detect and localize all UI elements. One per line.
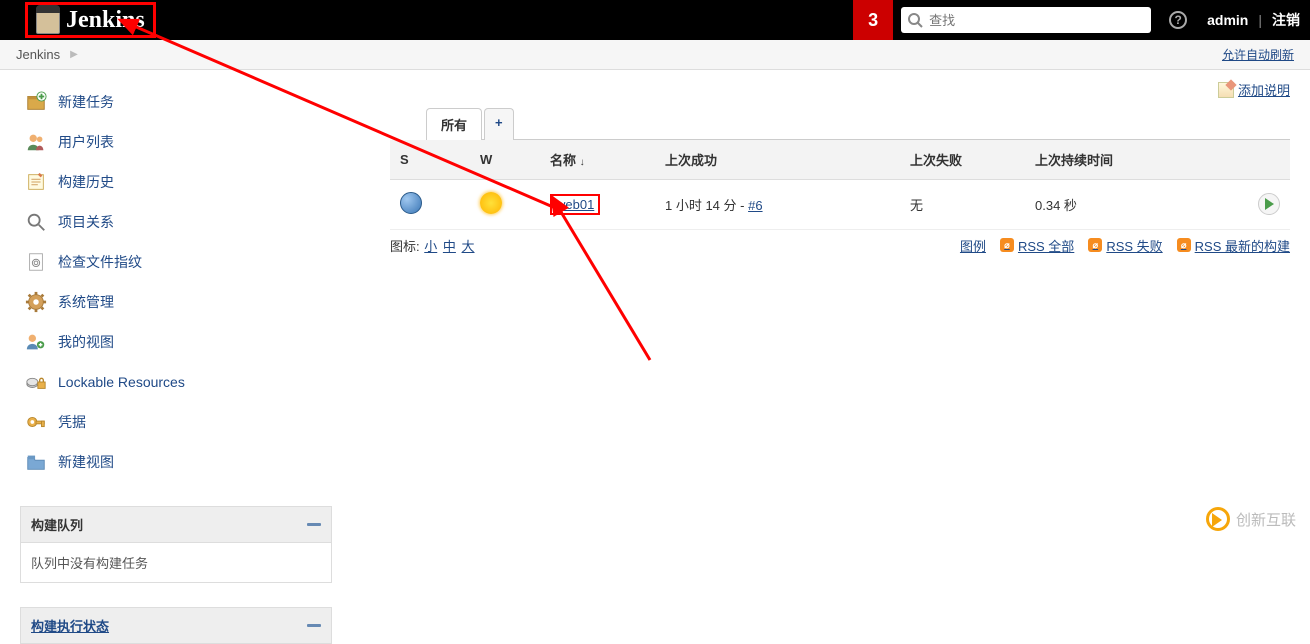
help-icon[interactable]: ? — [1169, 11, 1187, 29]
sidebar-item-new-item[interactable]: 新建任务 — [20, 82, 332, 122]
col-last-success[interactable]: 上次成功 — [655, 140, 900, 180]
col-name[interactable]: 名称 ↓ — [540, 140, 655, 180]
job-table: S W 名称 ↓ 上次成功 上次失败 上次持续时间 web01 1 小时 14 … — [390, 140, 1290, 230]
col-weather[interactable]: W — [470, 140, 540, 180]
new-view-icon — [24, 450, 48, 474]
breadcrumb-item-jenkins[interactable]: Jenkins — [16, 47, 60, 62]
lockable-icon — [24, 370, 48, 394]
jenkins-face-icon — [36, 6, 60, 34]
relation-icon — [24, 210, 48, 234]
sidebar-item-relation[interactable]: 项目关系 — [20, 202, 332, 242]
jenkins-logo-link[interactable]: Jenkins — [25, 2, 156, 38]
rss-all-link[interactable]: ⌀RSS 全部 — [1000, 236, 1074, 255]
rss-icon: ⌀ — [1088, 238, 1102, 252]
watermark: 创新互联 — [1206, 507, 1296, 531]
sort-down-icon: ↓ — [580, 157, 585, 168]
collapse-icon[interactable] — [307, 624, 321, 627]
col-last-failure[interactable]: 上次失败 — [900, 140, 1025, 180]
watermark-logo-icon — [1206, 507, 1230, 531]
tab-all[interactable]: 所有 — [426, 108, 482, 140]
last-duration-cell: 0.34 秒 — [1025, 179, 1230, 229]
main-panel: 添加说明 所有 + S W 名称 ↓ 上次成功 上次失败 上次持续时间 — [340, 70, 1310, 644]
last-success-cell: 1 小时 14 分 - #6 — [655, 179, 900, 229]
rss-icon: ⌀ — [1177, 238, 1191, 252]
logo-text: Jenkins — [66, 7, 145, 34]
sidebar-item-label: Lockable Resources — [58, 374, 185, 390]
new-item-icon — [24, 90, 48, 114]
sidebar-item-label: 新建视图 — [58, 452, 114, 472]
sidebar-item-label: 项目关系 — [58, 212, 114, 232]
sidebar-item-history[interactable]: 构建历史 — [20, 162, 332, 202]
build-queue-header: 构建队列 — [21, 507, 331, 543]
notification-badge[interactable]: 3 — [853, 0, 893, 40]
legend-link[interactable]: 图例 — [960, 236, 986, 255]
rss-icon: ⌀ — [1000, 238, 1014, 252]
user-link[interactable]: admin — [1197, 12, 1258, 28]
status-ball-blue-icon — [400, 192, 422, 214]
watermark-text: 创新互联 — [1236, 509, 1296, 530]
build-executor-header: 构建执行状态 — [21, 608, 331, 644]
sidebar-item-label: 系统管理 — [58, 292, 114, 312]
view-tabs: 所有 + — [426, 107, 1290, 140]
icon-size-medium[interactable]: 中 — [443, 239, 456, 254]
sidebar-item-label: 检查文件指纹 — [58, 252, 142, 272]
sidebar-item-label: 新建任务 — [58, 92, 114, 112]
logout-link[interactable]: 注销 — [1262, 10, 1310, 30]
build-queue-panel: 构建队列 队列中没有构建任务 — [20, 506, 332, 583]
sidebar-item-new-view[interactable]: 新建视图 — [20, 442, 332, 482]
search-icon — [907, 12, 923, 28]
panel-title: 构建队列 — [31, 515, 83, 534]
people-icon — [24, 130, 48, 154]
icon-size-picker: 图标: 小 中 大 — [390, 236, 476, 255]
sidebar-item-credentials[interactable]: 凭据 — [20, 402, 332, 442]
tab-new-view[interactable]: + — [484, 108, 514, 140]
page-header: Jenkins 3 ? admin | 注销 — [0, 0, 1310, 40]
gear-icon — [24, 290, 48, 314]
schedule-build-button[interactable] — [1258, 193, 1280, 215]
sidebar-item-label: 我的视图 — [58, 332, 114, 352]
icon-size-small[interactable]: 小 — [424, 239, 437, 254]
sidebar-item-fingerprint[interactable]: 检查文件指纹 — [20, 242, 332, 282]
col-status[interactable]: S — [390, 140, 470, 180]
weather-sunny-icon — [480, 192, 502, 214]
sidebar-item-manage[interactable]: 系统管理 — [20, 282, 332, 322]
history-icon — [24, 170, 48, 194]
job-name-link[interactable]: web01 — [550, 194, 600, 215]
notepad-icon — [1218, 82, 1234, 98]
sidebar-item-label: 用户列表 — [58, 132, 114, 152]
auto-refresh-link[interactable]: 允许自动刷新 — [1222, 48, 1294, 62]
table-row: web01 1 小时 14 分 - #6 无 0.34 秒 — [390, 179, 1290, 229]
sidebar-item-my-views[interactable]: 我的视图 — [20, 322, 332, 362]
build-queue-body: 队列中没有构建任务 — [21, 543, 331, 582]
last-failure-cell: 无 — [900, 179, 1025, 229]
sidebar-item-lockable[interactable]: Lockable Resources — [20, 362, 332, 402]
sidebar-item-label: 构建历史 — [58, 172, 114, 192]
add-description-label: 添加说明 — [1238, 80, 1290, 99]
search-input[interactable] — [923, 13, 1145, 28]
search-wrap — [901, 7, 1151, 33]
legend-row: 图标: 小 中 大 图例 ⌀RSS 全部 ⌀RSS 失败 ⌀RSS 最新的构建 — [390, 236, 1290, 255]
col-actions — [1230, 140, 1290, 180]
rss-failures-link[interactable]: ⌀RSS 失败 — [1088, 236, 1162, 255]
play-icon — [1265, 198, 1274, 210]
icon-size-large[interactable]: 大 — [462, 239, 475, 254]
col-last-duration[interactable]: 上次持续时间 — [1025, 140, 1230, 180]
sidebar: 新建任务 用户列表 构建历史 项目关系 检查文件指纹 系统管理 我的视图 Lo — [0, 70, 340, 644]
breadcrumb-arrow-icon: ▶ — [70, 49, 78, 60]
add-description-link[interactable]: 添加说明 — [1218, 80, 1290, 99]
rss-latest-link[interactable]: ⌀RSS 最新的构建 — [1177, 236, 1290, 255]
sidebar-item-label: 凭据 — [58, 412, 86, 432]
executor-title-link[interactable]: 构建执行状态 — [31, 616, 109, 635]
breadcrumb-bar: Jenkins ▶ 允许自动刷新 — [0, 40, 1310, 70]
build-link[interactable]: #6 — [748, 198, 762, 213]
collapse-icon[interactable] — [307, 523, 321, 526]
build-executor-panel: 构建执行状态 — [20, 607, 332, 644]
credentials-icon — [24, 410, 48, 434]
sidebar-item-people[interactable]: 用户列表 — [20, 122, 332, 162]
fingerprint-icon — [24, 250, 48, 274]
my-views-icon — [24, 330, 48, 354]
